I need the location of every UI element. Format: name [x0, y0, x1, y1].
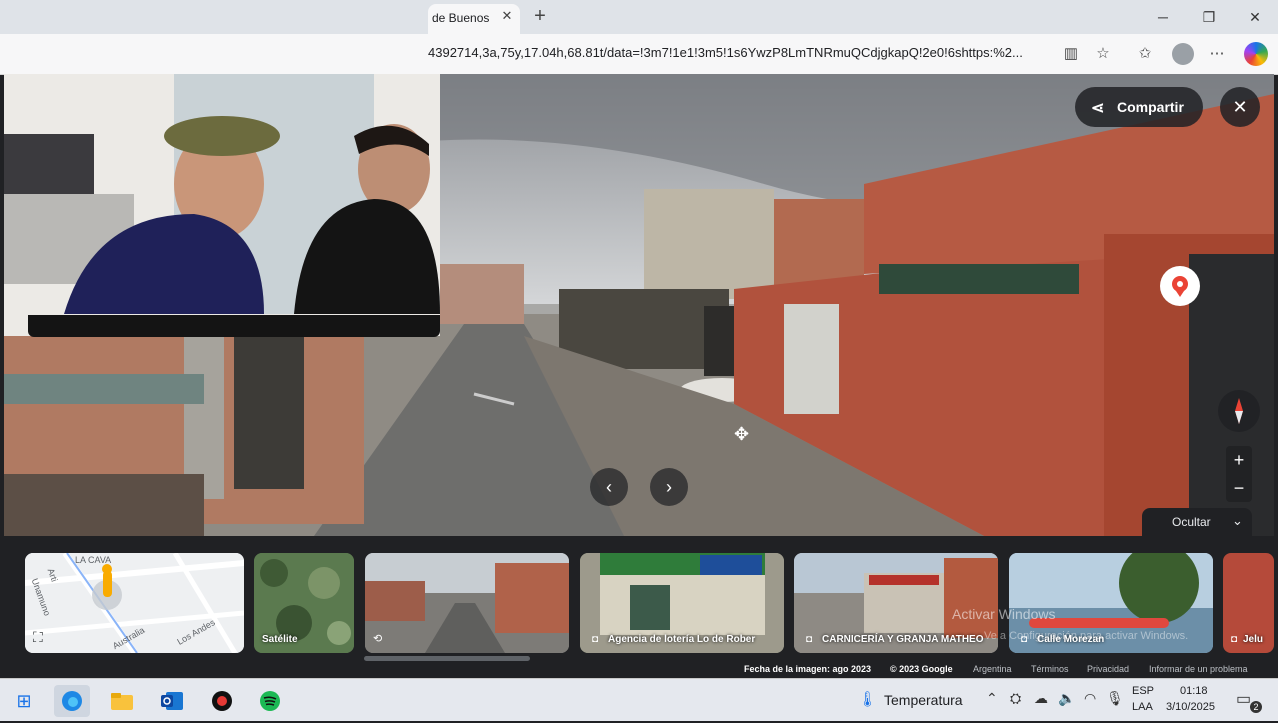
- share-button[interactable]: ⋖ Compartir: [1075, 87, 1203, 127]
- place-thumbnail-loteria[interactable]: ◘ Agencia de lotería Lo de Rober: [580, 553, 784, 653]
- chevron-up-icon[interactable]: ⌃: [986, 690, 998, 707]
- reader-view-icon[interactable]: ▥: [1060, 43, 1082, 65]
- next-arrow-button[interactable]: ›: [650, 468, 688, 506]
- privacy-link[interactable]: Privacidad: [1087, 664, 1129, 674]
- activate-windows-subtext: Ve a Configuración para activar Windows.: [984, 630, 1189, 642]
- url-field[interactable]: 4392714,3a,75y,17.04h,68.81t/data=!3m7!1…: [428, 45, 1023, 60]
- outlook-icon[interactable]: [154, 685, 190, 717]
- wifi-icon[interactable]: ◠: [1084, 690, 1096, 707]
- favorites-list-icon[interactable]: ✩: [1134, 43, 1156, 65]
- place-thumbnail-jelu[interactable]: ◘ Jelu: [1223, 553, 1274, 653]
- chevron-down-icon: ⌄: [1232, 513, 1243, 528]
- tray-app-icon[interactable]: ⛭: [1010, 690, 1021, 707]
- webcam-overlay: [4, 74, 440, 336]
- 360-view-icon: ⟲: [373, 633, 383, 645]
- thumbnail-label: CARNICERÍA Y GRANJA MATHEO: [822, 634, 984, 645]
- thumbnail-label: Agencia de lotería Lo de Rober: [608, 634, 756, 645]
- previous-arrow-button[interactable]: ‹: [590, 468, 628, 506]
- thermometer-icon: 🌡: [858, 691, 878, 708]
- language-bottom[interactable]: LAA: [1132, 701, 1153, 713]
- country-link[interactable]: Argentina: [973, 664, 1012, 674]
- camera-icon: ◘: [1231, 634, 1238, 645]
- app-icon-red[interactable]: [204, 685, 240, 717]
- notification-count: 2: [1250, 701, 1262, 713]
- cloud-icon[interactable]: ☁: [1034, 690, 1048, 707]
- map-label-la-cava: LA CAVA: [75, 555, 112, 565]
- webcam-frame-bar: [28, 315, 440, 337]
- street-thumbnail[interactable]: ⟲: [365, 553, 569, 653]
- street-view-panorama[interactable]: ‹ › ✥: [4, 74, 1274, 536]
- map-footer: Fecha de la imagen: ago 2023 © 2023 Goog…: [4, 662, 1274, 676]
- image-date: Fecha de la imagen: ago 2023: [744, 664, 872, 674]
- compass-icon[interactable]: [1218, 390, 1260, 432]
- hide-label: Ocultar: [1172, 515, 1211, 529]
- camera-icon: ◘: [806, 634, 813, 645]
- close-street-view-button[interactable]: ✕: [1220, 87, 1260, 127]
- mini-map[interactable]: LA CAVA Unamuno Arti Australia Los Andes…: [25, 553, 244, 653]
- filmstrip-scrollbar[interactable]: [364, 656, 530, 661]
- activate-windows-watermark: Activar Windows: [952, 606, 1056, 622]
- place-thumbnail-carniceria[interactable]: ◘ CARNICERÍA Y GRANJA MATHEO: [794, 553, 998, 653]
- windows-start-icon[interactable]: ⊞: [6, 685, 42, 717]
- terms-link[interactable]: Términos: [1031, 664, 1069, 674]
- volume-icon[interactable]: 🔈: [1058, 690, 1075, 707]
- filmstrip: LA CAVA Unamuno Arti Australia Los Andes…: [4, 536, 1274, 662]
- zoom-control: + −: [1226, 446, 1252, 502]
- thumbnail-label: Jelu: [1243, 634, 1264, 645]
- microphone-icon[interactable]: 🎙: [1106, 690, 1124, 707]
- favorite-star-icon[interactable]: ☆: [1092, 43, 1114, 65]
- copyright: © 2023 Google: [890, 664, 953, 674]
- browser-tab[interactable]: de Buenos ✕: [428, 4, 520, 34]
- thumbnail-label: Satélite: [262, 634, 298, 645]
- window-close-icon[interactable]: ✕: [1242, 6, 1268, 28]
- clock-time[interactable]: 01:18: [1180, 685, 1208, 697]
- more-menu-icon[interactable]: ⋯: [1206, 43, 1228, 65]
- tab-title: de Buenos: [432, 11, 490, 25]
- move-cursor-icon: ✥: [734, 424, 750, 444]
- new-tab-button[interactable]: +: [528, 5, 552, 29]
- street-thumbnail-image: [365, 553, 569, 653]
- zoom-in-button[interactable]: +: [1226, 446, 1252, 474]
- share-label: Compartir: [1117, 99, 1184, 115]
- address-bar: 4392714,3a,75y,17.04h,68.81t/data=!3m7!1…: [0, 34, 1278, 75]
- report-problem-link[interactable]: Informar de un problema: [1149, 664, 1248, 674]
- share-icon: ⋖: [1091, 100, 1105, 117]
- webcam-feed-image: [4, 74, 440, 336]
- restore-icon[interactable]: ❐: [1196, 6, 1222, 28]
- minimize-icon[interactable]: ─: [1150, 6, 1176, 28]
- zoom-out-button[interactable]: −: [1226, 474, 1252, 502]
- file-explorer-icon[interactable]: [104, 685, 140, 717]
- windows-taskbar: ⊞ 🌡 Temperatura ⌃ ⛭ ☁ 🔈 ◠ 🎙 ESP LAA 01:1…: [0, 678, 1278, 721]
- clock-date[interactable]: 3/10/2025: [1166, 701, 1215, 713]
- browser-tab-bar: de Buenos ✕ + ─ ❐ ✕: [0, 0, 1278, 34]
- spotify-icon[interactable]: [252, 685, 288, 717]
- fullscreen-icon[interactable]: ⛶: [33, 629, 43, 646]
- satellite-thumbnail[interactable]: Satélite: [254, 553, 354, 653]
- camera-icon: ◘: [592, 634, 599, 645]
- copilot-icon[interactable]: [1244, 42, 1268, 66]
- location-pin-button[interactable]: [1160, 266, 1200, 306]
- edge-browser-icon[interactable]: [54, 685, 90, 717]
- profile-avatar[interactable]: [1172, 43, 1194, 65]
- language-top[interactable]: ESP: [1132, 685, 1154, 697]
- hide-filmstrip-button[interactable]: Ocultar ⌄: [1142, 508, 1252, 536]
- weather-label[interactable]: Temperatura: [884, 692, 963, 708]
- tab-close-icon[interactable]: ✕: [498, 7, 516, 25]
- notification-icon[interactable]: ▭: [1236, 689, 1251, 709]
